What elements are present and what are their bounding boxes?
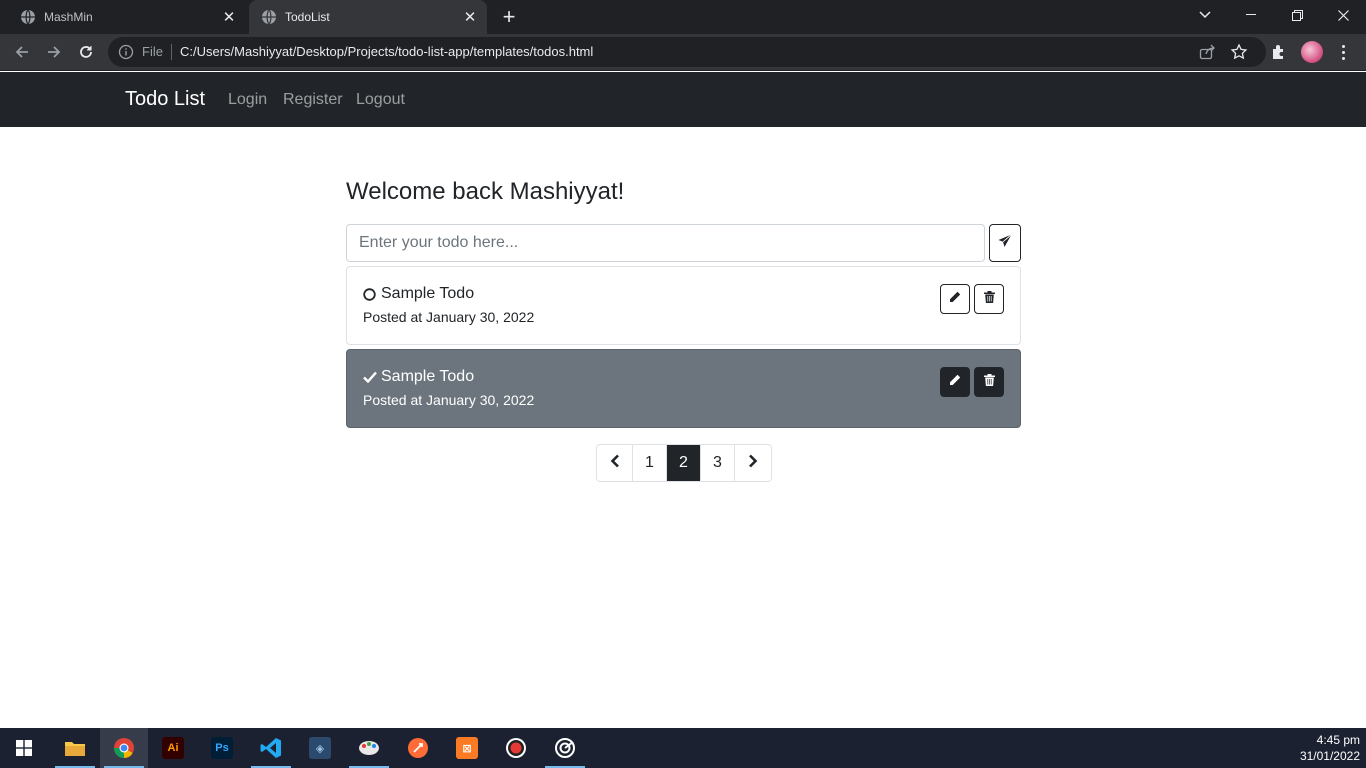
todo-card-completed: Sample Todo Posted at January 30, 2022 [346,349,1021,428]
globe-icon [20,9,36,25]
page-3[interactable]: 3 [701,445,735,481]
url-text[interactable]: C:/Users/Mashiyyat/Desktop/Projects/todo… [180,44,593,59]
pagination: 1 2 3 [596,444,772,482]
tab-search-chevron-icon[interactable] [1182,0,1228,30]
illustrator-icon[interactable]: Ai [149,728,197,768]
file-explorer-icon[interactable] [51,728,99,768]
pencil-icon [949,373,961,391]
checkmark-icon[interactable] [363,370,377,384]
edit-todo-button[interactable] [940,284,970,314]
todo-card-pending: Sample Todo Posted at January 30, 2022 [346,266,1021,345]
info-icon[interactable] [118,44,134,60]
divider [171,44,172,60]
tab-title: MashMin [44,10,93,24]
nav-link-logout[interactable]: Logout [356,91,405,109]
pagination-next-button[interactable] [735,445,771,481]
todo-title: Sample Todo [381,368,475,385]
trash-icon [983,290,995,308]
todo-date: Posted at January 30, 2022 [363,392,535,408]
pagination-previous-button[interactable] [597,445,633,481]
navbar-brand[interactable]: Todo List [125,88,205,111]
reload-icon[interactable] [72,38,100,66]
nav-link-login[interactable]: Login [228,91,267,109]
paint-icon[interactable] [345,728,393,768]
delete-todo-button[interactable] [974,284,1004,314]
mysql-workbench-icon[interactable]: ◈ [296,728,344,768]
app-navbar: Todo List Login Register Logout [0,72,1366,127]
tab-todolist[interactable]: TodoList ✕ [249,0,487,34]
nav-link-register[interactable]: Register [283,91,343,109]
profile-avatar[interactable] [1301,41,1323,63]
tab-mashmin[interactable]: MashMin ✕ [8,0,246,34]
chevron-left-icon [610,454,620,473]
windows-start-icon[interactable] [0,728,48,768]
close-icon[interactable]: ✕ [220,8,238,26]
restore-button[interactable] [1274,0,1320,30]
system-clock[interactable]: 4:45 pm 31/01/2022 [1300,732,1360,764]
address-bar[interactable]: File C:/Users/Mashiyyat/Desktop/Projects… [108,37,1266,67]
scheme-label: File [142,44,163,59]
tab-title: TodoList [285,10,330,24]
todo-date: Posted at January 30, 2022 [363,309,535,325]
paper-plane-icon [998,233,1012,253]
resolve-icon[interactable] [541,728,589,768]
extensions-puzzle-icon[interactable] [1270,43,1288,61]
chrome-icon[interactable] [100,728,148,768]
kebab-menu-icon[interactable] [1336,41,1350,63]
clock-time: 4:45 pm [1316,733,1360,747]
windows-taskbar: Ai Ps ◈ ⊠ 4:45 pm 31/01/2022 [0,728,1366,768]
trash-icon [983,373,995,391]
xampp-icon[interactable]: ⊠ [443,728,491,768]
back-arrow-icon[interactable] [8,38,36,66]
chevron-right-icon [748,454,758,473]
obs-icon[interactable] [492,728,540,768]
new-tab-button[interactable]: + [498,6,520,28]
minimize-button[interactable] [1228,0,1274,30]
share-icon[interactable] [1198,43,1216,61]
todo-title-row: Sample Todo [363,368,474,386]
submit-todo-button[interactable] [989,224,1021,262]
browser-tab-bar: MashMin ✕ TodoList ✕ + [0,0,1366,34]
browser-toolbar: File C:/Users/Mashiyyat/Desktop/Projects… [0,34,1366,71]
todo-title-row: Sample Todo [363,285,474,303]
delete-todo-button[interactable] [974,367,1004,397]
page-title: Welcome back Mashiyyat! [346,178,625,205]
forward-arrow-icon[interactable] [40,38,68,66]
page-2-active[interactable]: 2 [667,445,701,481]
page-1[interactable]: 1 [633,445,667,481]
pencil-icon [949,290,961,308]
vscode-icon[interactable] [247,728,295,768]
clock-date: 31/01/2022 [1299,749,1360,763]
photoshop-icon[interactable]: Ps [198,728,246,768]
close-window-button[interactable] [1320,0,1366,30]
circle-outline-icon[interactable] [363,287,377,301]
edit-todo-button[interactable] [940,367,970,397]
postman-icon[interactable] [394,728,442,768]
close-icon[interactable]: ✕ [461,8,479,26]
todo-input[interactable] [346,224,985,262]
bookmark-star-icon[interactable] [1230,43,1248,61]
globe-icon [261,9,277,25]
todo-title: Sample Todo [381,285,475,302]
